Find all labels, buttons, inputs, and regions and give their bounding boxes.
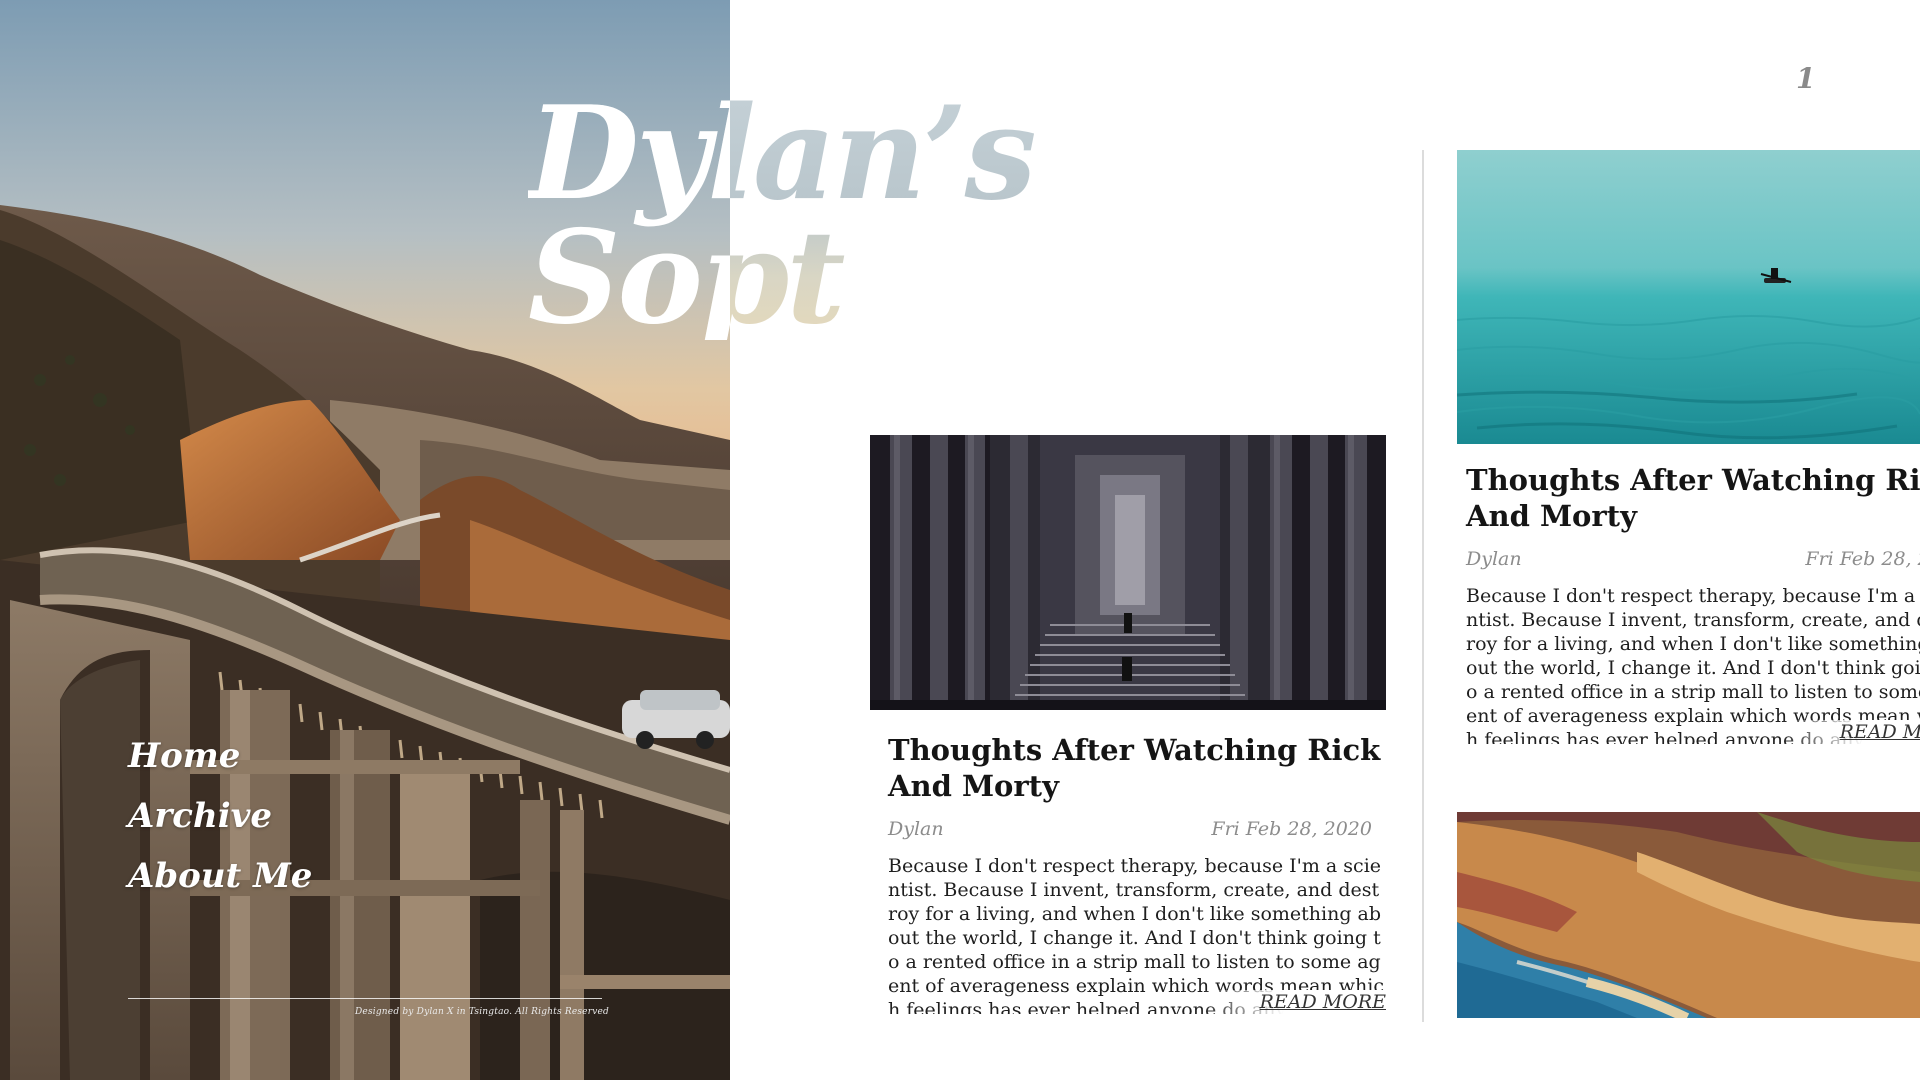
sea-kayak-photo [1457,150,1920,444]
post-image-hall[interactable] [870,435,1386,710]
main-nav: Home Archive About Me [128,726,312,906]
post-image-coast[interactable] [1457,812,1920,1018]
footer-credit: Designed by Dylan X in Tsingtao. All Rig… [355,1007,609,1017]
post-excerpt-container: Because I don't respect therapy, because… [888,854,1386,1014]
page-number: 1 [1796,62,1816,95]
post-date: Fri Feb 28, 2020 [1211,818,1372,840]
post-date: Fri Feb 28, 2020 [1805,548,1920,570]
read-more-link[interactable]: READ MORE [1199,990,1386,1014]
coastal-cliffs-photo [1457,812,1920,1018]
post-title[interactable]: Thoughts After Watching Rick And Morty [1466,462,1920,534]
footer-divider [128,998,602,999]
post-meta: Dylan Fri Feb 28, 2020 [1466,548,1920,570]
post-author: Dylan [888,818,944,840]
post-card[interactable] [1457,812,1920,1018]
nav-home[interactable]: Home [128,726,312,786]
post-card[interactable]: Thoughts After Watching Rick And Morty D… [870,435,1386,1014]
column-divider [1422,150,1424,1022]
post-meta: Dylan Fri Feb 28, 2020 [888,818,1386,840]
post-card[interactable]: Thoughts After Watching Rick And Morty D… [1457,150,1920,744]
post-title[interactable]: Thoughts After Watching Rick And Morty [888,732,1386,804]
post-excerpt-container: Because I don't respect therapy, because… [1466,584,1920,744]
nav-about-me[interactable]: About Me [128,846,312,906]
read-more-link[interactable]: READ MORE [1779,720,1920,744]
nav-archive[interactable]: Archive [128,786,312,846]
grand-hall-stairs-photo [870,435,1386,710]
post-image-sea[interactable] [1457,150,1920,444]
post-author: Dylan [1466,548,1522,570]
